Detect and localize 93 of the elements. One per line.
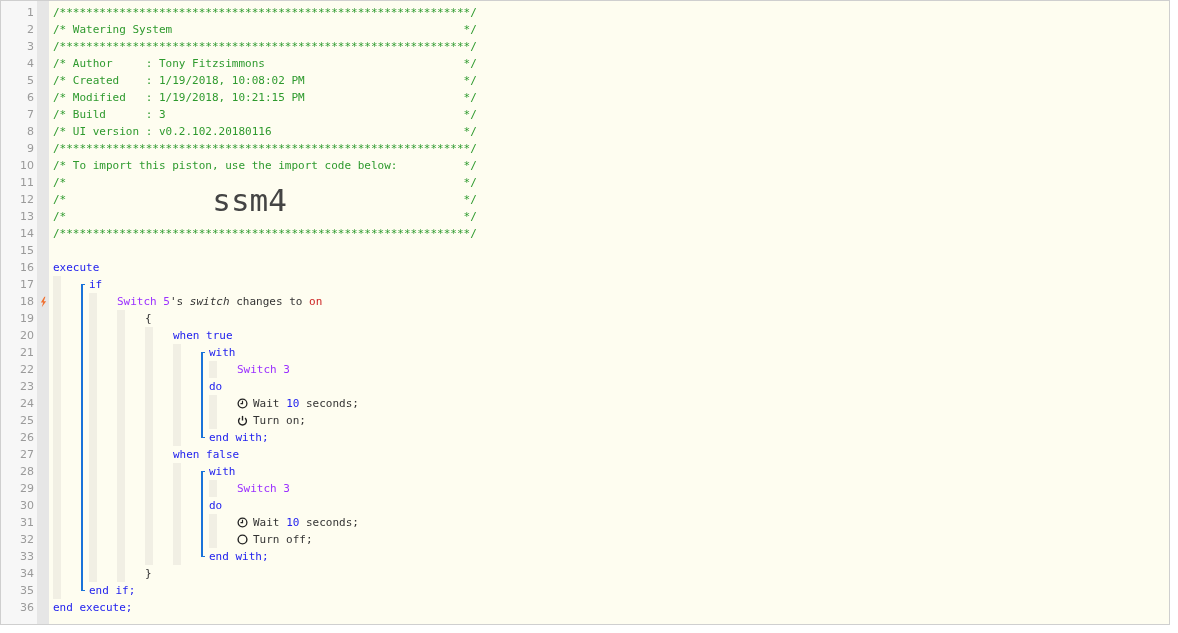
code-text: changes to <box>235 294 304 310</box>
comment-text: */ <box>463 192 477 208</box>
keyword: if <box>89 277 103 293</box>
code-text: seconds; <box>305 396 359 412</box>
comment-text: /**************************************************************/ <box>53 141 477 157</box>
comment-text: /* <box>53 192 67 208</box>
line-number: 25 <box>19 413 34 429</box>
comment-text: */ <box>463 175 477 191</box>
line-number: 7 <box>26 107 34 123</box>
line-number: 10 <box>19 158 34 174</box>
keyword: end with; <box>209 430 269 446</box>
keyword: when false <box>173 447 240 463</box>
line-number: 2 <box>26 22 34 38</box>
line-number: 16 <box>19 260 34 276</box>
comment-text: /**************************************************************/ <box>53 226 477 242</box>
power-icon <box>237 415 248 426</box>
line-number: 34 <box>19 566 34 582</box>
comment-text: */ <box>463 158 477 174</box>
comment-text: /* Build : 3 <box>53 107 166 123</box>
line-number: 28 <box>19 464 34 480</box>
comment-text: /* Watering System <box>53 22 173 38</box>
code-text: seconds; <box>305 515 359 531</box>
line-number: 27 <box>19 447 34 463</box>
line-number: 19 <box>19 311 34 327</box>
device-name: Switch 5 <box>117 294 170 310</box>
line-number: 14 <box>19 226 34 242</box>
code-text: 's <box>170 294 185 310</box>
line-number: 18 <box>19 294 34 310</box>
comment-text: */ <box>463 107 477 123</box>
line-number: 31 <box>19 515 34 531</box>
comment-text: /* Author : Tony Fitzsimmons <box>53 56 265 72</box>
code-text: Wait <box>253 396 281 412</box>
line-number: 22 <box>19 362 34 378</box>
line-number: 9 <box>26 141 34 157</box>
line-number: 23 <box>19 379 34 395</box>
line-number: 17 <box>19 277 34 293</box>
comment-text: */ <box>463 90 477 106</box>
comment-text: /**************************************************************/ <box>53 5 477 21</box>
line-number: 21 <box>19 345 34 361</box>
line-number: 24 <box>19 396 34 412</box>
line-number: 13 <box>19 209 34 225</box>
comment-text: /* <box>53 175 67 191</box>
keyword: execute <box>53 260 100 276</box>
code-text: Wait <box>253 515 281 531</box>
clock-icon <box>237 398 248 409</box>
number-text: 10 <box>286 515 300 531</box>
line-number: 8 <box>26 124 34 140</box>
comment-text: */ <box>463 124 477 140</box>
comment-text: /* <box>53 209 67 225</box>
line-number: 30 <box>19 498 34 514</box>
keyword: end with; <box>209 549 269 565</box>
line-number: 26 <box>19 430 34 446</box>
comment-text: */ <box>463 22 477 38</box>
value-text: on <box>309 294 323 310</box>
keyword: when true <box>173 328 233 344</box>
comment-text: /* Created : 1/19/2018, 10:08:02 PM <box>53 73 305 89</box>
code-text: Turn on; <box>253 413 306 429</box>
keyword: with <box>209 464 236 480</box>
comment-text: /* To import this piston, use the import code below: <box>53 158 398 174</box>
device-name: Switch 3 <box>237 481 290 497</box>
comment-text: /* Modified : 1/19/2018, 10:21:15 PM <box>53 90 305 106</box>
line-number: 32 <box>19 532 34 548</box>
line-number: 29 <box>19 481 34 497</box>
line-number: 36 <box>19 600 34 616</box>
line-number: 15 <box>19 243 34 259</box>
line-number: 11 <box>19 175 34 191</box>
comment-text: */ <box>463 56 477 72</box>
keyword: with <box>209 345 236 361</box>
line-number: 3 <box>26 39 34 55</box>
line-number: 5 <box>26 73 34 89</box>
keyword: end execute; <box>53 600 133 616</box>
comment-text: /**************************************************************/ <box>53 39 477 55</box>
circle-icon <box>237 534 248 545</box>
line-number: 35 <box>19 583 34 599</box>
comment-text: /* UI version : v0.2.102.20180116 <box>53 124 272 140</box>
comment-text: */ <box>463 73 477 89</box>
keyword: do <box>209 379 223 395</box>
attribute-name: switch <box>189 294 230 310</box>
code-text: { <box>145 311 152 327</box>
line-number: 33 <box>19 549 34 565</box>
keyword: end if; <box>89 583 136 599</box>
code-text: Turn off; <box>253 532 313 548</box>
line-number: 20 <box>19 328 34 344</box>
keyword: do <box>209 498 223 514</box>
line-number: 1 <box>26 5 34 21</box>
comment-text: */ <box>463 209 477 225</box>
line-number: 6 <box>26 90 34 106</box>
line-number: 12 <box>19 192 34 208</box>
number-text: 10 <box>286 396 300 412</box>
line-number: 4 <box>26 56 34 72</box>
clock-icon <box>237 517 248 528</box>
device-name: Switch 3 <box>237 362 290 378</box>
code-text: } <box>145 566 152 582</box>
